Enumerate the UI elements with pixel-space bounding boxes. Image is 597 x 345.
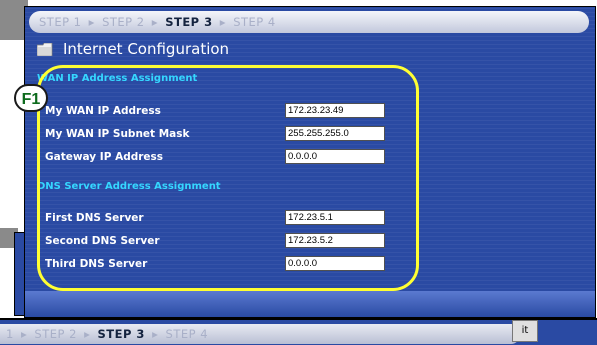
footer-band bbox=[25, 291, 595, 317]
first-dns-field[interactable]: 172.23.5.1 bbox=[285, 210, 385, 225]
step-bar: STEP 1 ▸ STEP 2 ▸ STEP 3 ▸ STEP 4 bbox=[29, 11, 589, 33]
background-window-bottom: 1 ▸ STEP 2 ▸ STEP 3 ▸ STEP 4 it bbox=[0, 318, 597, 345]
second-dns-label: Second DNS Server bbox=[45, 235, 160, 247]
step-4: STEP 4 bbox=[233, 15, 276, 29]
gateway-ip-field[interactable]: 0.0.0.0 bbox=[285, 149, 385, 164]
background-step-separator: ▸ bbox=[152, 327, 159, 341]
dns-section-title: DNS Server Address Assignment bbox=[37, 181, 221, 192]
folder-icon bbox=[37, 43, 53, 56]
step-2: STEP 2 bbox=[102, 15, 145, 29]
page-title-text: Internet Configuration bbox=[63, 40, 230, 58]
background-step-bar: 1 ▸ STEP 2 ▸ STEP 3 ▸ STEP 4 bbox=[0, 324, 520, 344]
background-step-2: STEP 2 bbox=[34, 327, 77, 341]
wan-subnet-mask-field[interactable]: 255.255.255.0 bbox=[285, 126, 385, 141]
wizard-window: STEP 1 ▸ STEP 2 ▸ STEP 3 ▸ STEP 4 Intern… bbox=[24, 6, 596, 318]
wan-section-title: WAN IP Address Assignment bbox=[37, 73, 198, 84]
background-step-separator: ▸ bbox=[84, 327, 91, 341]
background-step-3: STEP 3 bbox=[97, 327, 145, 341]
step-separator: ▸ bbox=[88, 15, 95, 29]
background-step-1: 1 bbox=[6, 327, 14, 341]
second-dns-field[interactable]: 172.23.5.2 bbox=[285, 233, 385, 248]
page-title: Internet Configuration bbox=[37, 39, 229, 59]
step-separator: ▸ bbox=[219, 15, 227, 29]
third-dns-label: Third DNS Server bbox=[45, 258, 148, 270]
step-3-current: STEP 3 bbox=[165, 15, 213, 29]
wan-ip-label: My WAN IP Address bbox=[45, 105, 161, 117]
first-dns-label: First DNS Server bbox=[45, 212, 144, 224]
step-separator: ▸ bbox=[151, 15, 159, 29]
background-step-separator: ▸ bbox=[20, 327, 28, 341]
gateway-ip-label: Gateway IP Address bbox=[45, 151, 164, 163]
background-step-4: STEP 4 bbox=[165, 327, 209, 341]
f1-callout: F1 bbox=[14, 84, 48, 112]
step-1: STEP 1 bbox=[39, 15, 82, 29]
exit-button[interactable]: it bbox=[512, 320, 538, 342]
wan-ip-field[interactable]: 172.23.23.49 bbox=[285, 103, 385, 118]
third-dns-field[interactable]: 0.0.0.0 bbox=[285, 256, 385, 271]
wan-subnet-mask-label: My WAN IP Subnet Mask bbox=[45, 128, 190, 140]
